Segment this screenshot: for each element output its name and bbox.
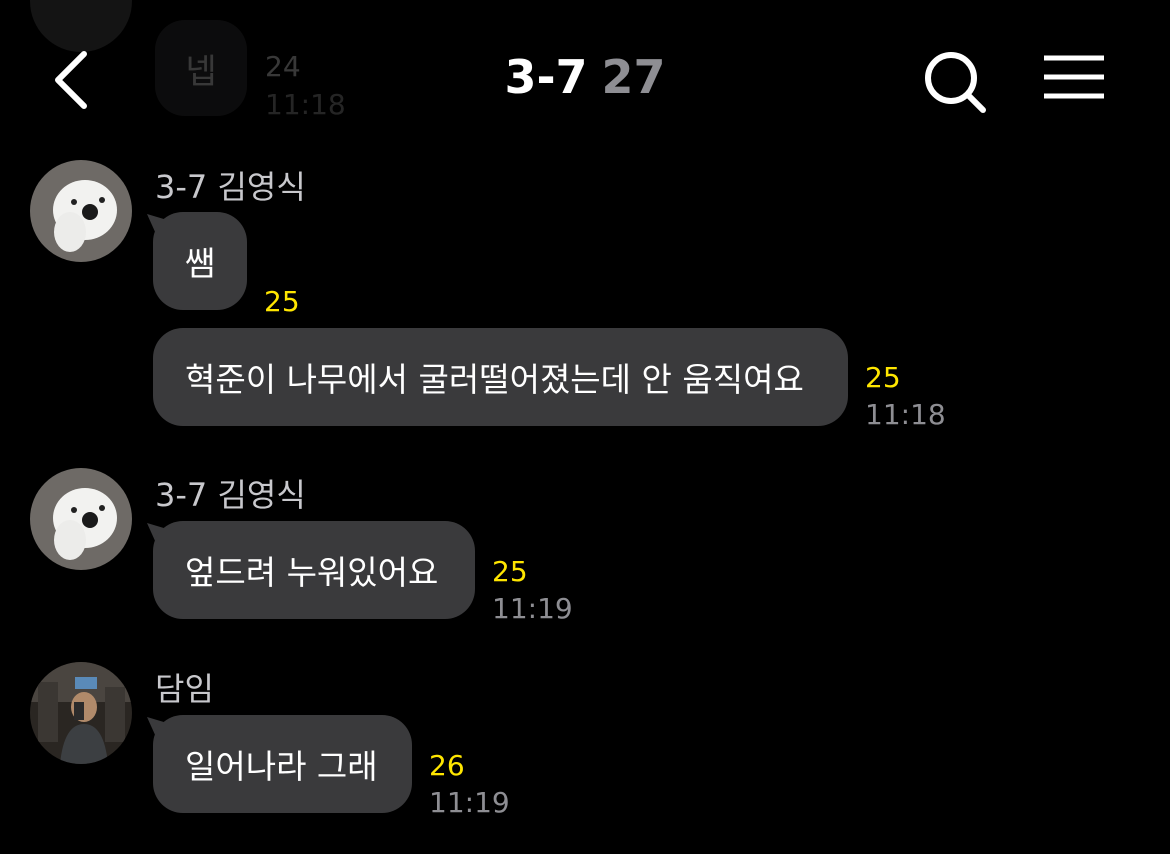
message-bubble[interactable]: 일어나라 그래	[153, 715, 412, 813]
dog-avatar-image	[30, 468, 132, 570]
search-icon	[925, 52, 986, 113]
message-time: 11:19	[492, 592, 573, 625]
sender-name: 담임	[155, 670, 214, 708]
search-button[interactable]	[915, 45, 995, 120]
person-avatar-image	[30, 662, 132, 764]
sender-name: 3-7 김영식	[155, 476, 306, 514]
message-text: 쌤	[184, 244, 216, 283]
member-count: 27	[601, 50, 666, 104]
unread-count: 25	[865, 361, 901, 394]
message-text: 혁준이 나무에서 굴러떨어졌는데 안 움직여요	[185, 360, 804, 399]
chat-room-name: 3-7	[504, 50, 588, 104]
dog-avatar-image	[30, 160, 132, 262]
message-bubble[interactable]: 혁준이 나무에서 굴러떨어졌는데 안 움직여요	[153, 328, 848, 426]
message-time: 11:18	[865, 398, 946, 431]
unread-count: 25	[492, 555, 528, 588]
unread-count: 26	[429, 749, 465, 782]
message-time: 11:19	[429, 786, 510, 819]
menu-button[interactable]	[1038, 48, 1110, 108]
unread-count: 25	[264, 285, 300, 318]
sender-name: 3-7 김영식	[155, 168, 306, 206]
message-text: 일어나라 그래	[185, 747, 378, 786]
avatar[interactable]	[30, 160, 132, 262]
message-text: 엎드려 누워있어요	[185, 553, 439, 592]
message-bubble[interactable]: 쌤	[153, 212, 247, 310]
avatar[interactable]	[30, 468, 132, 570]
menu-icon	[1044, 55, 1104, 99]
avatar[interactable]	[30, 662, 132, 764]
message-bubble[interactable]: 엎드려 누워있어요	[153, 521, 475, 619]
